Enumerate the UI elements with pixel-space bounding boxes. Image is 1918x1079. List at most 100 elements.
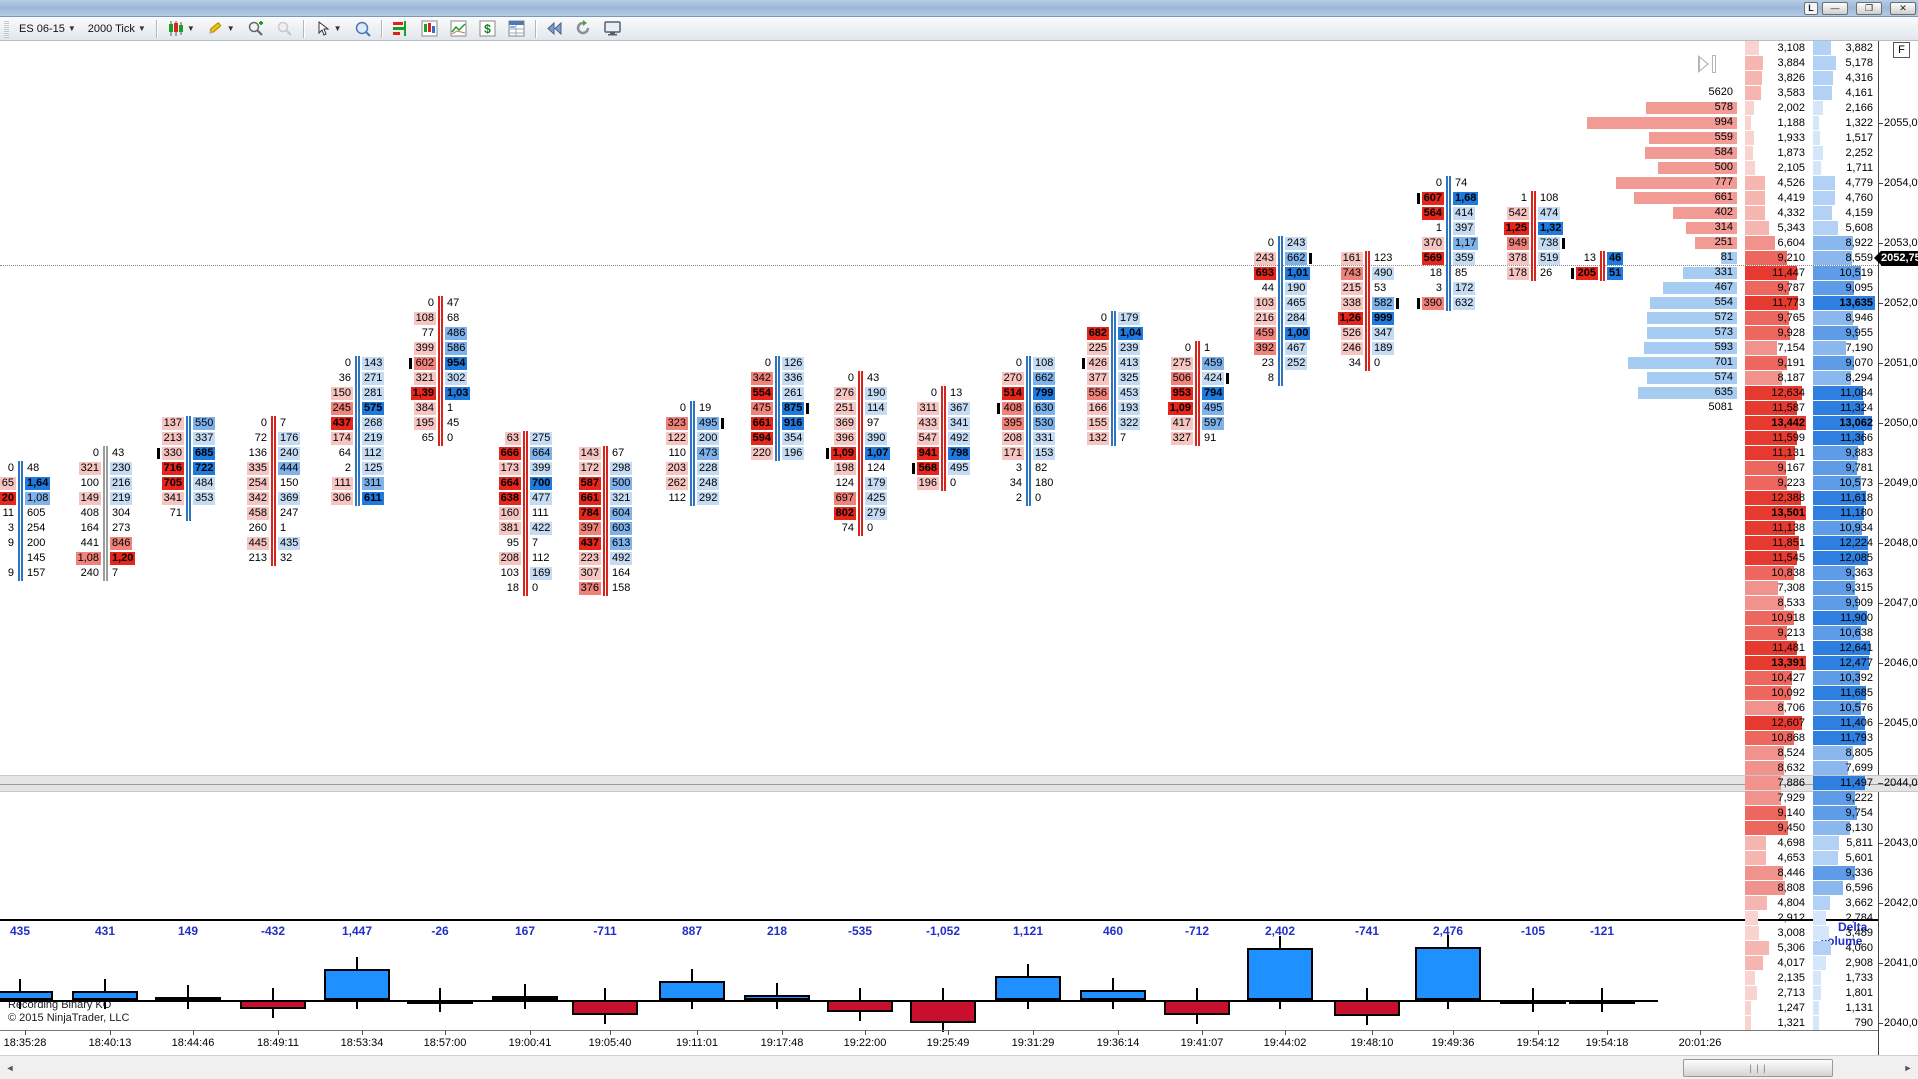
profile-bid-cell: 7,886 [1745,776,1807,790]
bid-volume: 275 [1170,357,1193,370]
profile-ask-cell: 12,641 [1813,641,1875,655]
footprint-row: 64 112 [315,446,399,461]
cursor-tool-button[interactable]: ▼ [308,19,348,39]
bid-volume: 11 [2,507,14,519]
rewind-button[interactable] [540,19,569,39]
market-analyzer-button[interactable] [386,19,415,39]
footprint-cell: 166 [1071,402,1109,415]
footprint-cell: 999 [1372,312,1409,325]
profile-value: 11,773 [1772,297,1805,309]
footprint-row: 693 1,01 [1238,266,1322,281]
footprint-row: 23 252 [1238,356,1322,371]
footprint-cell: 784 [563,507,601,520]
ask-volume: 1,01 [1285,267,1311,280]
profile-cell-fill [1745,896,1767,910]
chart-trader-button[interactable] [415,19,444,39]
bid-volume: 100 [80,477,99,489]
profile-cell-fill [1813,881,1843,895]
ask-volume: 0 [1035,492,1042,504]
footprint-cell: 467 [1285,342,1322,355]
ask-volume: 43 [867,372,880,384]
footprint-cell: 103 [1238,297,1276,310]
footprint-cell: 298 [610,462,647,475]
bid-volume: 0 [1435,177,1442,189]
footprint-row: 0 179 [1071,311,1155,326]
price-axis-label: 2053,00 [1884,237,1918,249]
panel-splitter[interactable] [0,775,1918,792]
region-zoom-button[interactable] [348,19,377,39]
profile-ask-cell: 7,190 [1813,341,1875,355]
profile-value: 8,946 [1845,312,1873,324]
footprint-cell: 43 [110,447,147,460]
restore-button[interactable]: ❐ [1856,2,1882,15]
chart-surface[interactable]: F Recording Binary KO © 2015 NinjaTrader… [0,41,1918,1055]
footprint-row: 111 311 [315,476,399,491]
profile-value: 10,838 [1771,567,1805,579]
footprint-row: 13 46 [1560,251,1644,266]
delta-bar [1080,990,1146,1000]
footprint-row: 342 369 [231,491,315,506]
ask-volume: 474 [1538,207,1561,220]
footprint-row: 213 32 [231,551,315,566]
chart-style-button[interactable]: ▼ [161,19,201,39]
profile-bid-cell: 4,526 [1745,176,1807,190]
scroll-left-icon[interactable]: ◄ [2,1060,18,1076]
scroll-right-icon[interactable]: ► [1900,1060,1916,1076]
instrument-selector[interactable]: ES 06-15 ▼ [13,19,82,39]
horizontal-scrollbar[interactable]: ◄ | | | ► [0,1055,1918,1079]
minimize-button[interactable]: — [1822,2,1848,15]
zoom-out-button[interactable] [270,19,299,39]
indicator-button[interactable] [444,19,473,39]
profile-bid-cell: 9,140 [1745,806,1807,820]
toolbar-grip[interactable] [4,19,9,38]
bid-volume: 390 [1421,297,1444,310]
footprint-row: 108 68 [398,311,482,326]
scrollbar-thumb[interactable]: | | | [1683,1059,1833,1077]
window-logo-button[interactable]: L [1804,2,1818,15]
bid-volume: 124 [835,477,854,489]
bid-volume: 378 [1506,252,1529,265]
title-bar[interactable]: L — ❐ ✕ [0,0,1918,17]
profile-value: 9,095 [1845,282,1873,294]
profile-value: 790 [1854,1017,1873,1029]
reload-button[interactable] [569,19,598,39]
bid-volume: 0 [1184,342,1191,354]
footprint-row: 306 611 [315,491,399,506]
ask-volume: 354 [782,432,805,445]
profile-cell-fill [1813,191,1835,205]
profile-ask-cell: 5,608 [1813,221,1875,235]
bid-volume: 215 [1340,282,1363,295]
time-axis-label: 19:25:49 [926,1037,970,1049]
footprint-cell: 799 [1033,387,1070,400]
bid-volume: 682 [1086,327,1109,340]
profile-ask-cell: 4,161 [1813,86,1875,100]
bid-volume: 569 [1421,252,1444,265]
delta-wick [19,1000,21,1009]
interval-selector[interactable]: 2000 Tick ▼ [82,19,152,39]
orders-grid-button[interactable] [502,19,531,39]
footprint-row: 802 279 [818,506,902,521]
footprint-cell: 437 [563,537,601,550]
profile-value: 10,638 [1839,627,1873,639]
close-button[interactable]: ✕ [1890,2,1916,15]
footprint-cell: 145 [25,552,62,565]
profile-value: 3,583 [1777,87,1805,99]
delta-wick [776,1000,778,1009]
ask-volume: 500 [610,477,633,490]
profile-ask-cell: 11,406 [1813,716,1875,730]
zoom-in-button[interactable] [241,19,270,39]
focus-button[interactable]: F [1893,42,1910,58]
footprint-cell: 0 [650,402,688,415]
account-button[interactable]: $ [473,19,502,39]
ask-volume: 477 [530,492,553,505]
price-axis-label: 2049,00 [1884,477,1918,489]
footprint-cell: 48 [25,462,62,475]
chevron-down-icon: ▼ [67,24,76,33]
footprint-cell: 9 [0,537,16,550]
bid-volume: 441 [80,537,99,549]
drawing-tools-button[interactable]: ▼ [201,19,241,39]
footprint-row: 9 200 [0,536,62,551]
workspace-button[interactable] [598,19,627,39]
footprint-row: 276 190 [818,386,902,401]
ask-volume: 189 [1372,342,1395,355]
